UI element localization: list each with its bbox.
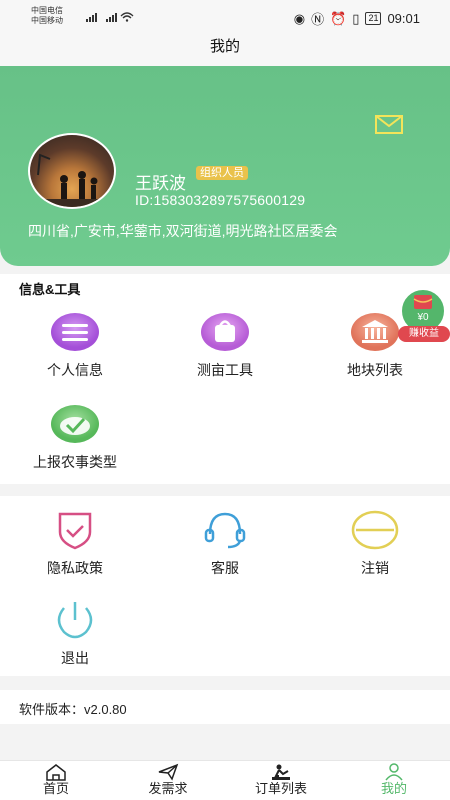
bag-icon [201,313,249,351]
shield-icon [58,512,92,550]
tools-card: 信息&工具 个人信息 测亩工具 地块列表 上报农事类型 [0,274,450,484]
clock: 09:01 [387,11,420,26]
profile-card-icon [51,313,99,351]
carrier-2: 中国移动 [31,16,63,25]
power-icon [57,602,93,639]
tool-report-farm[interactable]: 上报农事类型 [20,404,130,472]
item-label: 隐私政策 [47,560,103,576]
section-title: 信息&工具 [19,282,81,297]
item-label: 注销 [361,560,389,576]
mail-icon[interactable] [375,115,403,134]
tool-label: 个人信息 [47,362,103,378]
item-label: 客服 [211,560,239,576]
status-bar: 中国电信 中国移动 ◉ Ⓝ ⏰ ▯ 21 09:01 [0,0,450,34]
building-icon [351,313,399,351]
eye-icon: ◉ [293,10,306,26]
item-label: 退出 [61,650,89,666]
signal-icon [86,10,136,26]
tool-personal-info[interactable]: 个人信息 [20,312,130,380]
user-address: 四川省,广安市,华蓥市,双河街道,明光路社区居委会 [28,223,338,239]
profile-header: 王跃波 组织人员 ID:158303289757560012​9 四川省,广安市… [0,66,450,266]
tool-label: 测亩工具 [197,362,253,378]
nfc-icon: Ⓝ [311,12,325,27]
carrier-1: 中国电信 [31,6,63,15]
nav-bar: 我的 [0,34,450,66]
person-icon [385,763,403,781]
battery-icon: 21 [365,12,382,25]
avatar[interactable] [28,133,116,209]
version-text: 软件版本：v2.0.80 [19,702,127,717]
user-name: 王跃波 [135,174,186,193]
tool-measure[interactable]: 测亩工具 [170,312,280,380]
tab-bar: 首页 发需求 订单列表 我的 [0,760,450,800]
item-customer-service[interactable]: 客服 [170,510,280,578]
status-right: ◉ Ⓝ ⏰ ▯ 21 09:01 [294,9,420,28]
user-id: ID:158303289757560012​9 [135,192,306,208]
home-icon [46,764,66,781]
check-icon [51,405,99,443]
item-logout[interactable]: 退出 [20,600,130,668]
tab-orders[interactable]: 订单列表 [225,763,337,797]
item-privacy[interactable]: 隐私政策 [20,510,130,578]
tab-home[interactable]: 首页 [0,763,112,797]
send-icon [158,763,179,781]
tab-label: 发需求 [148,781,188,796]
earnings-amount: ¥0 [417,312,429,323]
alarm-icon: ⏰ [330,10,347,26]
tool-label: 上报农事类型 [33,454,117,470]
earn-button[interactable]: 赚收益 [398,326,450,342]
worker-icon [272,764,290,780]
page-title: 我的 [209,38,240,55]
tab-label: 首页 [42,781,69,796]
tab-mine[interactable]: 我的 [338,763,450,797]
tab-label: 我的 [380,781,407,796]
carrier-info: 中国电信 中国移动 [31,6,63,26]
earnings-widget[interactable]: ¥0 赚收益 [398,288,450,344]
version-card: 软件版本：v2.0.80 [0,690,450,724]
vibrate-icon: ▯ [352,10,360,26]
minus-circle-icon [351,510,399,550]
tool-label: 地块列表 [347,362,403,378]
headset-icon [204,512,246,549]
settings-card: 隐私政策 客服 注销 退出 [0,496,450,676]
item-deregister[interactable]: 注销 [320,510,430,578]
tab-post-demand[interactable]: 发需求 [112,763,224,797]
role-badge: 组织人员 [196,166,248,180]
tab-label: 订单列表 [254,781,307,796]
